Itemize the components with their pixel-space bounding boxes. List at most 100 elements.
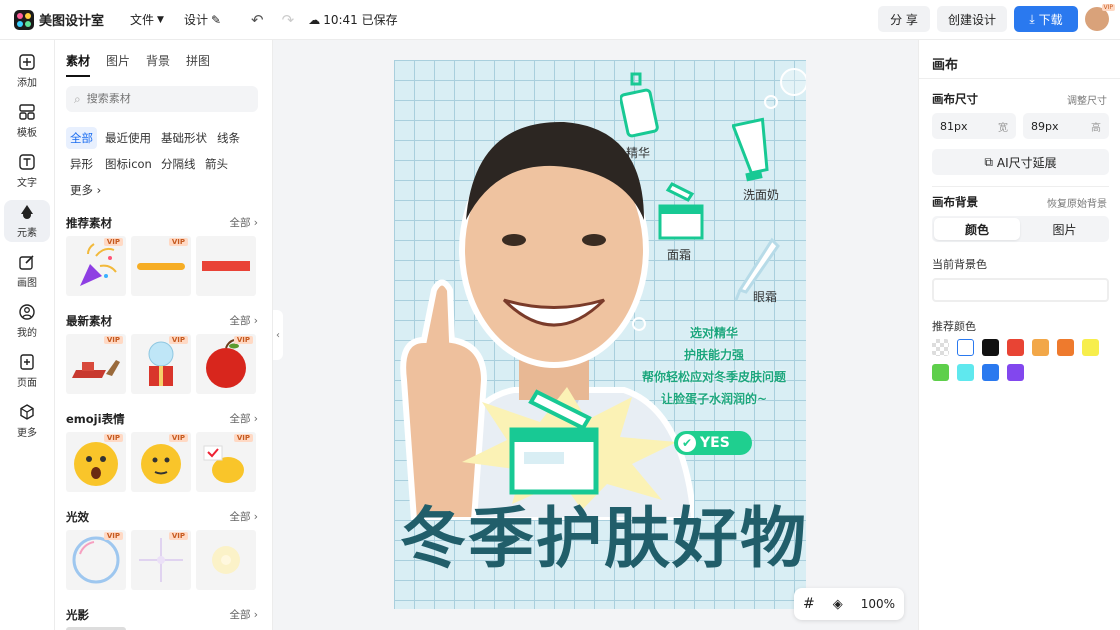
- yes-badge: ✔ YES: [674, 431, 752, 455]
- material-thumb-glow[interactable]: [196, 530, 256, 590]
- color-swatch[interactable]: [982, 364, 999, 381]
- cleanser-tube-icon: [732, 117, 769, 182]
- color-swatch[interactable]: [1057, 339, 1074, 356]
- undo-icon[interactable]: ↶: [251, 11, 264, 29]
- create-design-button[interactable]: 创建设计: [937, 6, 1007, 32]
- bg-image-tab[interactable]: 图片: [1022, 218, 1107, 240]
- chevron-left-icon: ‹: [276, 329, 280, 341]
- cloud-saved-icon: ☁: [308, 12, 321, 27]
- panel-collapse-handle[interactable]: ‹: [273, 310, 283, 360]
- color-swatch[interactable]: [1082, 339, 1099, 356]
- plus-square-icon: [18, 53, 36, 71]
- material-thumb-thinking-emoji[interactable]: VIP: [131, 432, 191, 492]
- current-bg-color-swatch[interactable]: [932, 278, 1109, 302]
- app-logo[interactable]: 美图设计室: [14, 9, 105, 30]
- material-thumb-red-bar[interactable]: [196, 236, 256, 296]
- recommended-colors-label: 推荐颜色: [932, 320, 976, 333]
- chip-recent[interactable]: 最近使用: [101, 127, 155, 149]
- canvas-toolbar: # ◈ 100%: [794, 588, 904, 620]
- search-icon: ⌕: [74, 91, 81, 106]
- section-all-link[interactable]: 全部 ›: [229, 607, 258, 622]
- rail-item-more[interactable]: 更多: [4, 400, 50, 442]
- rail-label: 更多: [17, 428, 37, 439]
- page-plus-icon: [18, 353, 36, 371]
- color-swatch[interactable]: [957, 339, 974, 356]
- material-thumb-sparkle[interactable]: VIP: [131, 530, 191, 590]
- color-swatch[interactable]: [982, 339, 999, 356]
- redo-icon[interactable]: ↷: [282, 11, 295, 29]
- material-panel: 素材 图片 背景 拼图 ⌕ 全部 最近使用 基础形状 线条 异形 图标icon …: [55, 40, 273, 630]
- width-unit: 宽: [998, 122, 1008, 134]
- section-all-link[interactable]: 全部 ›: [229, 509, 258, 524]
- chip-more[interactable]: 更多 ›: [66, 179, 105, 201]
- section-all-link[interactable]: 全部 ›: [229, 313, 258, 328]
- download-button[interactable]: ⤓ 下载: [1014, 6, 1078, 32]
- material-thumb-apple[interactable]: VIP: [196, 334, 256, 394]
- chip-icons[interactable]: 图标icon: [101, 153, 156, 175]
- avatar[interactable]: VIP: [1085, 4, 1115, 31]
- rail-item-add[interactable]: 添加: [4, 50, 50, 92]
- share-button[interactable]: 分 享: [878, 6, 930, 32]
- rail-item-template[interactable]: 模板: [4, 100, 50, 142]
- rail-item-mine[interactable]: 我的: [4, 300, 50, 342]
- tab-material[interactable]: 素材: [66, 52, 91, 77]
- rail-item-draw[interactable]: 画图: [4, 250, 50, 292]
- all-label: 全部: [229, 511, 251, 523]
- tab-image[interactable]: 图片: [106, 52, 130, 77]
- material-thumb-shocked-emoji[interactable]: VIP: [66, 432, 126, 492]
- swatch-transparent[interactable]: [932, 339, 949, 356]
- chip-basic-shapes[interactable]: 基础形状: [157, 127, 211, 149]
- rail-item-text[interactable]: 文字: [4, 150, 50, 192]
- height-field[interactable]: 89px 高: [1023, 113, 1109, 139]
- divider: [919, 78, 1120, 79]
- color-swatch[interactable]: [1032, 339, 1049, 356]
- color-swatch[interactable]: [932, 364, 949, 381]
- chip-lines[interactable]: 线条: [213, 127, 244, 149]
- app-name: 美图设计室: [39, 14, 105, 29]
- tab-collage[interactable]: 拼图: [186, 52, 210, 77]
- width-field[interactable]: 81px 宽: [932, 113, 1016, 139]
- rail-item-page[interactable]: 页面: [4, 350, 50, 392]
- material-thumb-chick-emoji[interactable]: VIP: [196, 432, 256, 492]
- vip-badge: VIP: [168, 532, 188, 540]
- material-thumb-yellow-stroke[interactable]: VIP: [131, 236, 191, 296]
- layers-icon[interactable]: ◈: [833, 597, 843, 612]
- chip-arrows[interactable]: 箭头: [201, 153, 232, 175]
- design-menu[interactable]: 设计 ✎: [184, 11, 221, 28]
- rail-item-elements[interactable]: 元素: [4, 200, 50, 242]
- section-all-link[interactable]: 全部 ›: [229, 215, 258, 230]
- section-title-latest: 最新素材: [66, 314, 112, 328]
- color-swatch[interactable]: [1007, 364, 1024, 381]
- vip-badge: VIP: [103, 532, 123, 540]
- bg-color-tab[interactable]: 颜色: [934, 218, 1020, 240]
- zoom-level[interactable]: 100%: [861, 597, 895, 611]
- material-thumb-sleigh[interactable]: VIP: [66, 334, 126, 394]
- grid-icon[interactable]: #: [803, 596, 815, 612]
- color-swatch[interactable]: [957, 364, 974, 381]
- chip-all[interactable]: 全部: [66, 127, 97, 149]
- top-bar: 美图设计室 文件 ▼ 设计 ✎ ↶ ↷ ☁ 10:41 已保存 分 享 创建设计…: [0, 0, 1120, 40]
- file-menu[interactable]: 文件 ▼: [130, 11, 164, 28]
- restore-bg-link[interactable]: 恢复原始背景: [1047, 195, 1107, 210]
- vip-badge: VIP: [103, 336, 123, 344]
- ai-resize-button[interactable]: ⧉ AI尺寸延展: [932, 149, 1109, 175]
- width-value: 81px: [940, 119, 968, 133]
- template-grid-icon: [18, 103, 36, 121]
- color-swatch[interactable]: [1007, 339, 1024, 356]
- slogan-line: 护肤能力强: [683, 348, 744, 362]
- tab-background[interactable]: 背景: [146, 52, 170, 77]
- section-all-link[interactable]: 全部 ›: [229, 411, 258, 426]
- vip-badge: VIP: [233, 336, 253, 344]
- section-title-light-shadow: 光影: [66, 608, 89, 622]
- rail-label: 画图: [17, 278, 37, 289]
- resize-link[interactable]: 调整尺寸: [1067, 92, 1107, 107]
- design-canvas[interactable]: 精华 洗面奶 面霜 眼霜 选对精华 护肤能力强 帮你轻松应对冬季皮肤问题 让脸蛋…: [394, 60, 806, 609]
- search-input[interactable]: [86, 93, 237, 105]
- material-thumb-party-popper[interactable]: VIP: [66, 236, 126, 296]
- chip-irregular[interactable]: 异形: [66, 153, 97, 175]
- material-thumb-bubble[interactable]: VIP: [66, 530, 126, 590]
- rail-label: 页面: [17, 378, 37, 389]
- logo-icon: [14, 9, 34, 30]
- chip-dividers[interactable]: 分隔线: [157, 153, 200, 175]
- material-thumb-gift-globe[interactable]: VIP: [131, 334, 191, 394]
